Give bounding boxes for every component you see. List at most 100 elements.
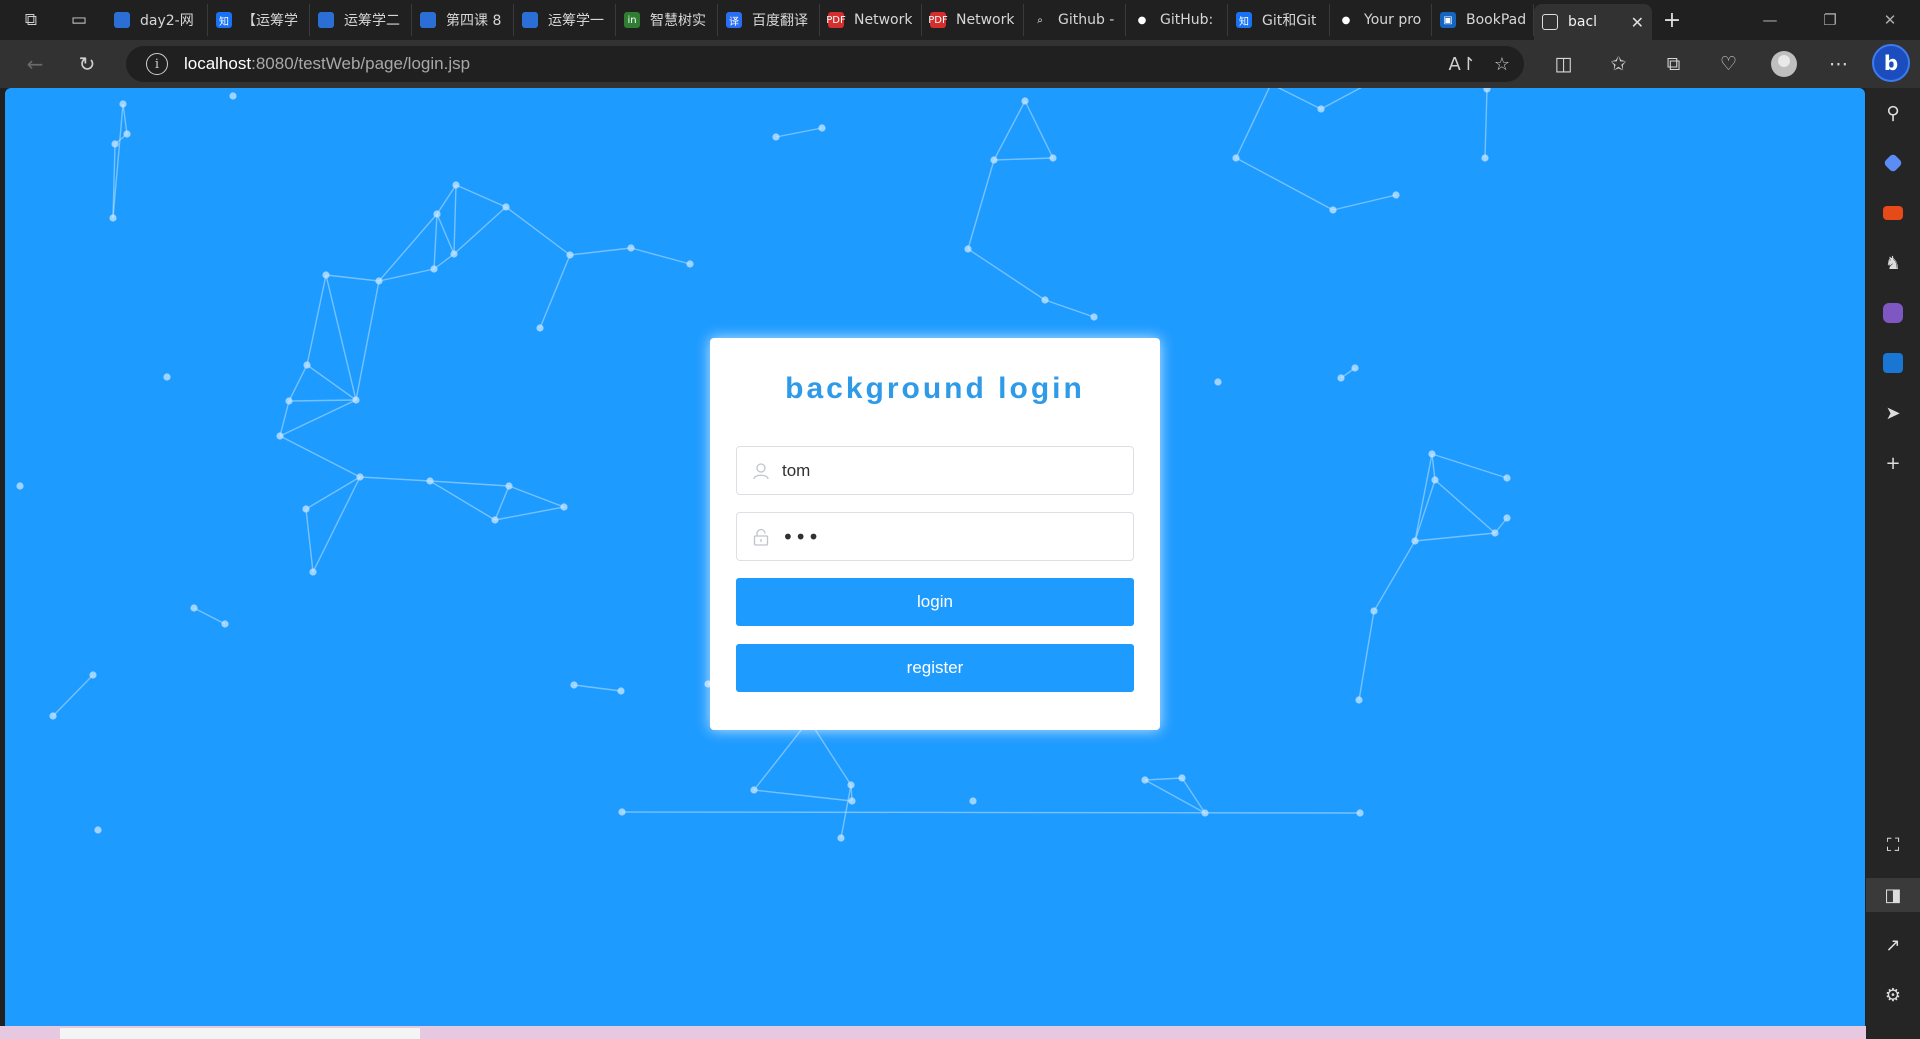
network-node xyxy=(1021,97,1029,105)
tab-10[interactable]: ● GitHub: xyxy=(1126,4,1228,36)
avatar xyxy=(1770,51,1797,77)
outlook-icon[interactable] xyxy=(1866,346,1920,380)
collections-icon[interactable]: ⧉ xyxy=(1646,53,1701,75)
network-node xyxy=(89,671,97,679)
url-host: localhost xyxy=(184,54,252,73)
office-icon[interactable] xyxy=(1866,296,1920,330)
tab-8[interactable]: PDF Network xyxy=(922,4,1024,36)
username-field[interactable]: tom xyxy=(736,446,1134,495)
network-node xyxy=(1214,378,1222,386)
network-link xyxy=(1358,610,1375,701)
profile-avatar[interactable] xyxy=(1756,51,1811,77)
tab-1[interactable]: 知【运筹学 xyxy=(208,4,310,36)
shopping-tag-icon[interactable] xyxy=(1866,146,1920,180)
tab-actions-icon[interactable]: ▭ xyxy=(60,0,98,40)
open-external-icon[interactable]: ↗ xyxy=(1866,928,1920,962)
tab-2[interactable]: 运筹学二 xyxy=(310,4,412,36)
window-controls: — ❐ ✕ xyxy=(1740,0,1920,40)
tab-favicon-icon xyxy=(318,12,334,28)
tab-11[interactable]: 知 Git和Git xyxy=(1228,4,1330,36)
tab-title: Network xyxy=(854,12,913,28)
network-node xyxy=(163,373,171,381)
split-screen-icon[interactable]: ◫ xyxy=(1536,53,1591,75)
tab-favicon-icon: PDF xyxy=(826,12,846,28)
new-tab-button[interactable]: + xyxy=(1652,8,1692,33)
minimize-button[interactable]: — xyxy=(1740,0,1800,40)
network-node xyxy=(1481,154,1489,162)
network-link xyxy=(453,206,507,255)
tab-12[interactable]: ● Your pro xyxy=(1330,4,1432,36)
address-bar: ← ↻ i localhost:8080/testWeb/page/login.… xyxy=(0,40,1920,88)
network-node xyxy=(430,265,438,273)
network-node xyxy=(229,92,237,100)
tab-0[interactable]: day2-网 xyxy=(106,4,208,36)
network-node xyxy=(322,271,330,279)
read-aloud-icon[interactable]: A↾ xyxy=(1448,54,1475,75)
network-node xyxy=(1090,313,1098,321)
refresh-icon[interactable]: ↻ xyxy=(64,44,110,84)
network-node xyxy=(375,277,383,285)
network-node xyxy=(964,245,972,253)
tab-9[interactable]: ⌕ Github - xyxy=(1024,4,1126,36)
network-link xyxy=(122,103,128,135)
network-link xyxy=(569,247,632,256)
tab-title: BookPad xyxy=(1466,12,1527,28)
add-icon[interactable]: + xyxy=(1866,446,1920,480)
telegram-icon[interactable]: ➤ xyxy=(1866,396,1920,430)
network-link xyxy=(1235,88,1270,159)
network-node xyxy=(1201,809,1209,817)
network-link xyxy=(453,184,457,255)
tab-title: Network xyxy=(956,12,1015,28)
tab-5[interactable]: in 智慧树实 xyxy=(616,4,718,36)
network-link xyxy=(436,213,455,255)
network-link xyxy=(967,248,1046,301)
username-value: tom xyxy=(782,460,811,480)
back-arrow-icon[interactable]: ← xyxy=(12,44,58,84)
close-window-button[interactable]: ✕ xyxy=(1860,0,1920,40)
tab-6[interactable]: 译百度翻译 xyxy=(718,4,820,36)
restore-button[interactable]: ❐ xyxy=(1800,0,1860,40)
site-info-icon[interactable]: i xyxy=(146,53,168,75)
network-node xyxy=(990,156,998,164)
workspaces-icon[interactable]: ⧉ xyxy=(12,0,50,40)
network-link xyxy=(494,506,565,521)
tab-title: 第四课 8 xyxy=(446,13,502,29)
network-link xyxy=(539,254,571,329)
network-node xyxy=(505,482,513,490)
tab-13[interactable]: ▣ BookPad xyxy=(1432,4,1534,36)
network-link xyxy=(753,719,810,791)
favorites-icon[interactable]: ✩ xyxy=(1591,53,1646,75)
network-node xyxy=(352,396,360,404)
register-button[interactable]: register xyxy=(736,644,1134,692)
screenshot-icon[interactable]: ⛶ xyxy=(1866,828,1920,862)
close-tab-icon[interactable]: ✕ xyxy=(1631,13,1644,32)
network-node xyxy=(1392,191,1400,199)
games-icon[interactable]: ♞ xyxy=(1866,246,1920,280)
favorite-star-icon[interactable]: ☆ xyxy=(1494,54,1510,75)
tab-active[interactable]: bacl ✕ xyxy=(1534,4,1652,40)
network-link xyxy=(630,247,691,265)
tab-3[interactable]: 第四课 8 xyxy=(412,4,514,36)
tab-favicon-icon: 译 xyxy=(726,12,742,28)
network-link xyxy=(840,784,852,839)
network-link xyxy=(433,253,455,270)
network-node xyxy=(570,681,578,689)
url-field[interactable]: i localhost:8080/testWeb/page/login.jsp … xyxy=(126,46,1524,82)
more-menu-icon[interactable]: ⋯ xyxy=(1811,53,1866,75)
network-link xyxy=(1024,100,1054,159)
network-link xyxy=(193,607,226,625)
bing-copilot-icon[interactable]: b xyxy=(1872,44,1910,82)
tab-7[interactable]: PDF Network xyxy=(820,4,922,36)
login-button[interactable]: login xyxy=(736,578,1134,626)
tools-icon[interactable] xyxy=(1866,196,1920,230)
performance-icon[interactable]: ♡ xyxy=(1701,53,1756,75)
hide-sidebar-icon[interactable]: ◨ xyxy=(1866,878,1920,912)
password-field[interactable]: ••• xyxy=(736,512,1134,561)
search-icon[interactable]: ⚲ xyxy=(1866,96,1920,130)
network-node xyxy=(818,124,826,132)
network-link xyxy=(288,364,308,402)
tab-4[interactable]: 运筹学一 xyxy=(514,4,616,36)
network-node xyxy=(119,100,127,108)
network-node xyxy=(452,181,460,189)
settings-gear-icon[interactable]: ⚙ xyxy=(1866,978,1920,1012)
